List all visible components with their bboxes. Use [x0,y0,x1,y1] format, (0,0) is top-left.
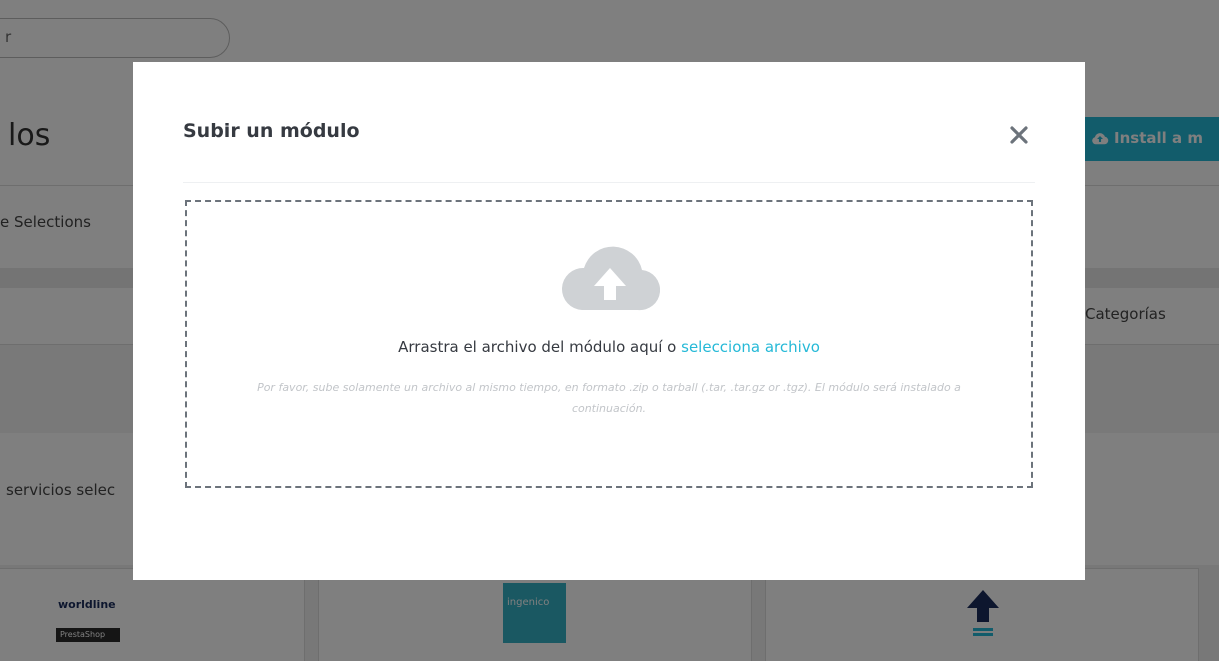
modal-title: Subir un módulo [183,120,360,142]
dropzone-instruction: Arrastra el archivo del módulo aquí o se… [187,338,1031,356]
upload-module-modal: Subir un módulo Arrastra el archivo del … [133,62,1085,580]
modal-divider [183,182,1035,183]
dropzone-text: Arrastra el archivo del módulo aquí o [398,338,677,356]
select-file-link[interactable]: selecciona archivo [681,338,820,356]
close-icon[interactable] [1008,124,1030,146]
dropzone-hint: Por favor, sube solamente un archivo al … [257,381,961,415]
cloud-upload-icon [562,246,660,311]
file-dropzone[interactable]: Arrastra el archivo del módulo aquí o se… [185,200,1033,488]
